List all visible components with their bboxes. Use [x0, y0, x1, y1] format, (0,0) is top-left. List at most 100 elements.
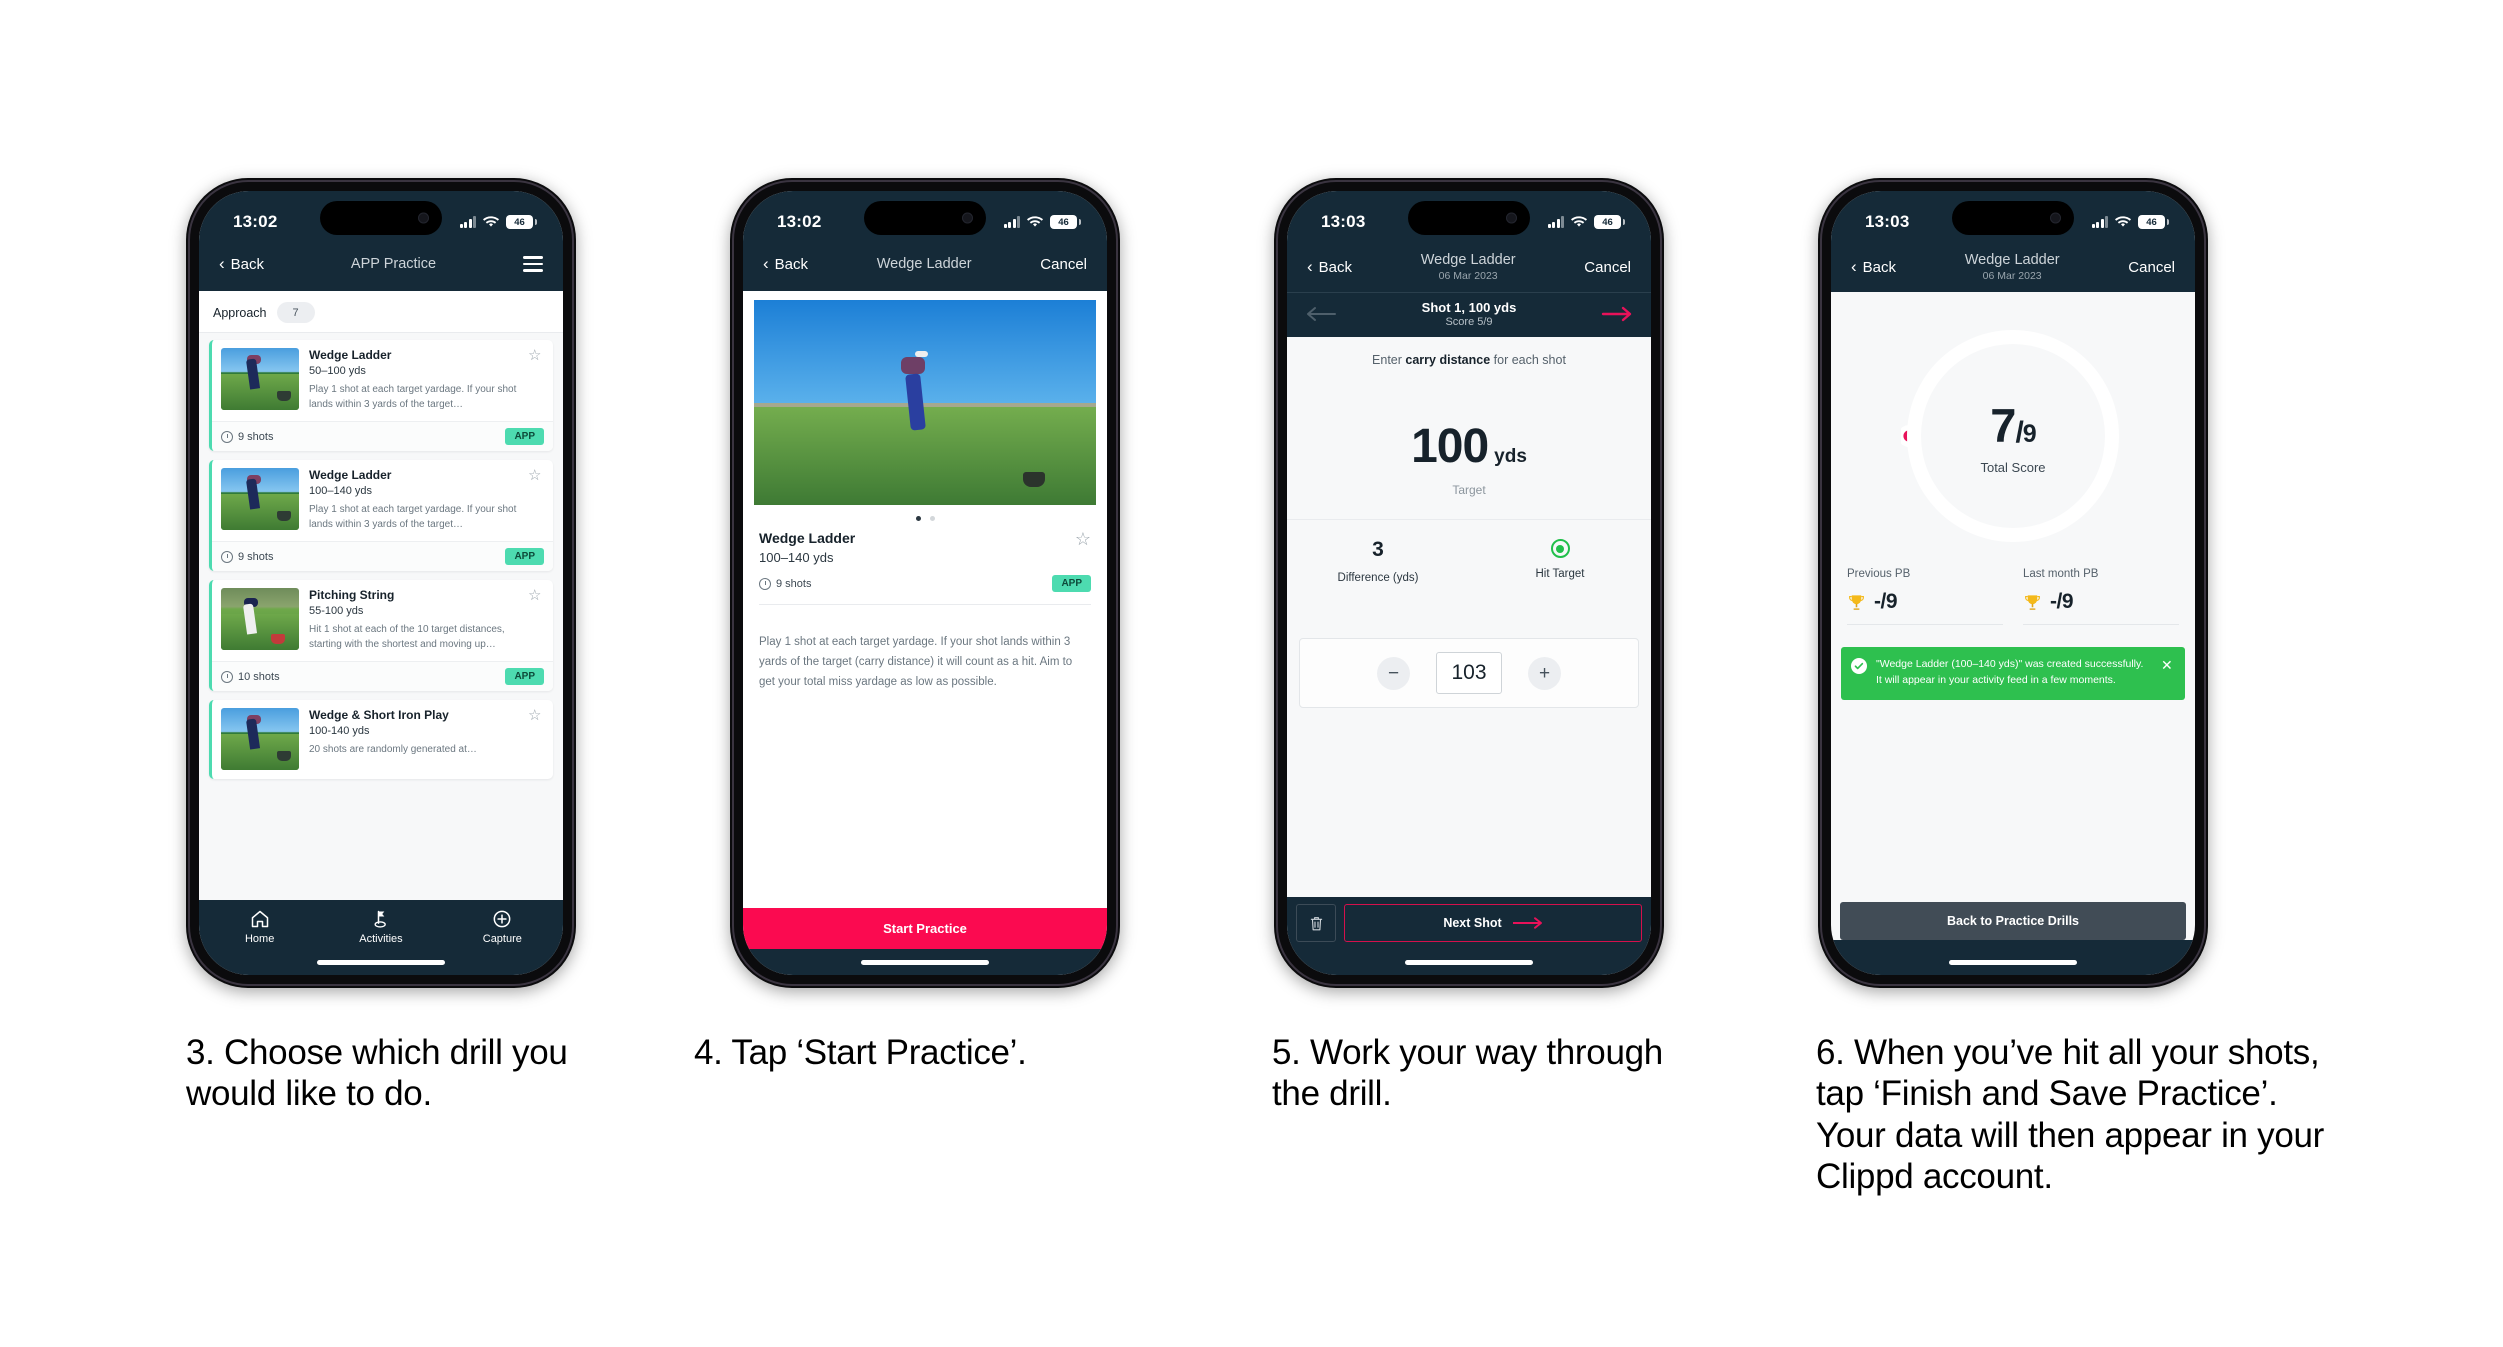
- golf-flag-icon: [374, 910, 386, 928]
- nav-title-text: Wedge Ladder: [1964, 252, 2060, 268]
- cancel-button[interactable]: Cancel: [1584, 259, 1631, 276]
- trash-icon[interactable]: [1296, 904, 1336, 942]
- target-value: 100: [1411, 420, 1489, 474]
- home-indicator-bar: [743, 949, 1107, 975]
- drill-yardage: 100–140 yds: [309, 485, 372, 497]
- hero-wrapper: [743, 291, 1107, 505]
- start-practice-button[interactable]: Start Practice: [743, 908, 1107, 949]
- drill-description: Play 1 shot at each target yardage. If y…: [309, 384, 517, 410]
- target-unit: yds: [1494, 446, 1527, 468]
- trophy-icon: [2025, 595, 2040, 610]
- toast-message: "Wedge Ladder (100–140 yds)" was created…: [1876, 658, 2144, 686]
- drill-title: Wedge & Short Iron Play: [309, 708, 449, 722]
- list-item[interactable]: Pitching String 55-100 yds Hit 1 shot at…: [209, 580, 553, 691]
- drill-hero-image: [754, 300, 1096, 505]
- page-title: Wedge Ladder 06 Mar 2023: [1421, 251, 1516, 283]
- drill-thumbnail: [221, 588, 299, 650]
- dynamic-island: [320, 201, 442, 235]
- arrow-right-icon: [1512, 917, 1542, 929]
- status-indicators: 46: [2091, 215, 2169, 229]
- cellular-signal-icon: [459, 216, 476, 228]
- carousel-dots[interactable]: [743, 505, 1107, 530]
- dot-inactive: [929, 516, 935, 521]
- back-button[interactable]: ‹ Back: [763, 253, 809, 273]
- category-badge: APP: [1052, 575, 1091, 592]
- tab-label: Home: [244, 933, 275, 945]
- back-button[interactable]: ‹ Back: [219, 255, 265, 273]
- list-item[interactable]: Wedge Ladder 100–140 yds Play 1 shot at …: [209, 460, 553, 571]
- carry-distance-input[interactable]: 103: [1436, 652, 1502, 695]
- favorite-star-icon[interactable]: ☆: [1075, 530, 1091, 548]
- home-indicator[interactable]: [317, 959, 445, 965]
- cellular-signal-icon: [1003, 216, 1020, 228]
- favorite-star-icon[interactable]: ☆: [528, 348, 544, 412]
- screen-app-practice-list: 13:02 46 ‹ Back APP Practice Approach 7 …: [199, 191, 563, 975]
- tab-label: Activities: [359, 933, 403, 945]
- drill-description: Hit 1 shot at each of the 10 target dist…: [309, 624, 505, 650]
- previous-shot-arrow-icon[interactable]: [1305, 305, 1337, 323]
- decrement-button[interactable]: −: [1377, 656, 1410, 690]
- nav-bar-1: ‹ Back APP Practice: [199, 245, 563, 291]
- list-item[interactable]: Wedge Ladder 50–100 yds Play 1 shot at e…: [209, 340, 553, 451]
- status-time: 13:02: [233, 212, 278, 231]
- back-label: Back: [774, 255, 809, 273]
- status-bar-4: 13:03 46: [1831, 191, 2195, 245]
- list-item[interactable]: Wedge & Short Iron Play 100-140 yds 20 s…: [209, 700, 553, 779]
- back-button[interactable]: ‹ Back: [1307, 258, 1352, 276]
- total-score-label: Total Score: [1980, 459, 2046, 475]
- screen-shot-entry: 13:03 46 ‹ Back Wedge Ladder 06 Mar 2023…: [1287, 191, 1651, 975]
- tab-label: Capture: [482, 933, 522, 945]
- score-progress-ring: 7/9 Total Score: [1901, 324, 2125, 548]
- shot-count: 9 shots: [221, 430, 273, 443]
- home-indicator[interactable]: [1405, 959, 1533, 965]
- front-camera-icon: [1506, 212, 1517, 224]
- card-text: Wedge Ladder 50–100 yds Play 1 shot at e…: [309, 348, 518, 412]
- drill-list: Wedge Ladder 50–100 yds Play 1 shot at e…: [199, 333, 563, 779]
- drill-title: Wedge Ladder: [309, 348, 392, 362]
- back-label: Back: [1862, 258, 1897, 276]
- back-to-practice-drills-button[interactable]: Back to Practice Drills: [1840, 902, 2186, 940]
- nav-title-text: Wedge Ladder: [1420, 252, 1516, 268]
- home-indicator[interactable]: [1949, 959, 2077, 965]
- previous-pb-value-row: -/9: [1847, 590, 2003, 614]
- status-indicators: 46: [1547, 215, 1625, 229]
- last-month-pb: Last month PB -/9: [2023, 568, 2179, 626]
- drill-thumbnail: [221, 348, 299, 410]
- stat-hit-target: Hit Target: [1469, 538, 1651, 584]
- trophy-icon: [1849, 595, 1864, 610]
- status-time: 13:02: [777, 212, 822, 231]
- drill-yardage: 50–100 yds: [309, 365, 366, 377]
- tab-home[interactable]: Home: [199, 909, 320, 945]
- home-indicator[interactable]: [861, 959, 989, 965]
- shot-count: 9 shots: [221, 550, 273, 563]
- caption-step-3: 3. Choose which drill you would like to …: [186, 1033, 568, 1114]
- tab-capture[interactable]: Capture: [442, 909, 563, 945]
- wifi-icon: [2115, 216, 2131, 228]
- clock-icon: [221, 430, 233, 443]
- next-shot-arrow-icon[interactable]: [1601, 305, 1633, 323]
- cancel-button[interactable]: Cancel: [2128, 259, 2175, 276]
- tab-activities[interactable]: Activities: [320, 909, 441, 945]
- shot-count: 9 shots: [759, 577, 811, 590]
- cancel-button[interactable]: Cancel: [1040, 256, 1087, 273]
- caption-step-5: 5. Work your way through the drill.: [1272, 1033, 1663, 1114]
- next-shot-label: Next Shot: [1443, 916, 1502, 930]
- shot-count-label: 10 shots: [238, 670, 280, 683]
- next-shot-button[interactable]: Next Shot: [1344, 904, 1642, 942]
- home-indicator-bar: [1831, 949, 2195, 975]
- back-label: Back: [230, 255, 265, 273]
- back-button[interactable]: ‹ Back: [1851, 256, 1897, 276]
- favorite-star-icon[interactable]: ☆: [528, 588, 544, 652]
- personal-best-row: Previous PB -/9 Last month PB -/9: [1831, 548, 2195, 626]
- cellular-signal-icon: [2091, 216, 2108, 228]
- increment-button[interactable]: +: [1528, 656, 1561, 690]
- close-icon[interactable]: ✕: [2161, 658, 2175, 672]
- last-month-pb-value-row: -/9: [2023, 590, 2179, 614]
- page-root: 13:02 46 ‹ Back APP Practice Approach 7 …: [0, 0, 2503, 1347]
- chevron-left-icon: ‹: [1851, 256, 1857, 276]
- chevron-left-icon: ‹: [763, 253, 769, 273]
- favorite-star-icon[interactable]: ☆: [528, 708, 544, 770]
- favorite-star-icon[interactable]: ☆: [528, 468, 544, 532]
- hamburger-icon[interactable]: [522, 256, 543, 272]
- screen-drill-detail: 13:02 46 ‹ Back Wedge Ladder Cancel Wedg…: [743, 191, 1107, 975]
